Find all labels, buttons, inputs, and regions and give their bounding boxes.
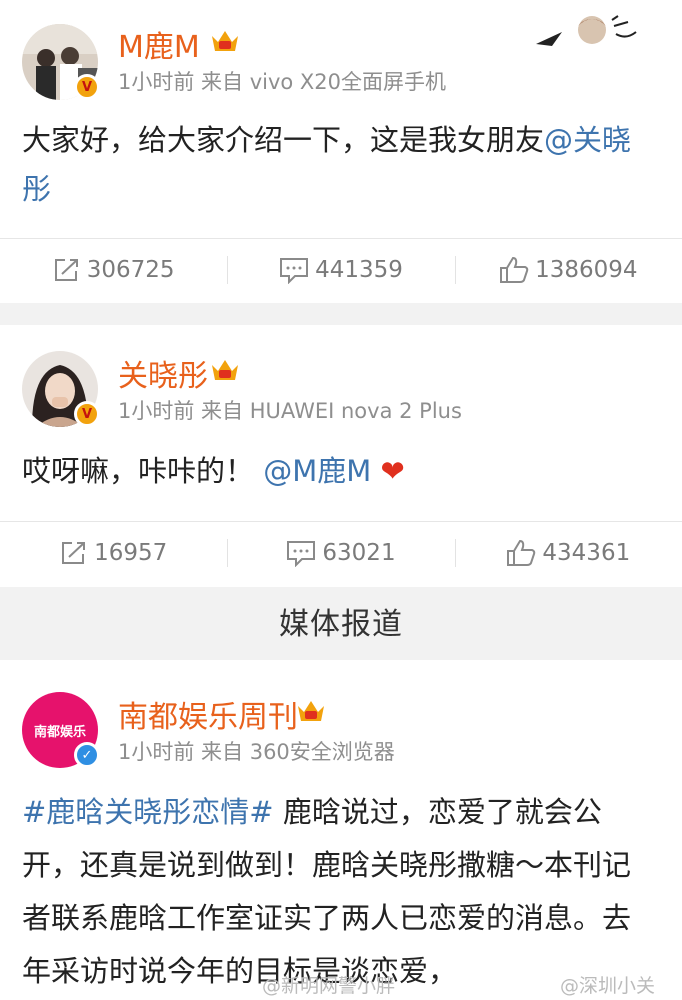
avatar-logo-text: 南都娱乐 xyxy=(33,724,86,740)
watermark-text: @深圳小关 xyxy=(560,975,656,997)
vip-crown-icon xyxy=(212,360,238,380)
like-button[interactable]: 434361 xyxy=(454,521,682,585)
watermark-text: @新明网警小胖 xyxy=(262,975,396,997)
comment-button[interactable]: 441359 xyxy=(227,238,454,302)
repost-button[interactable]: 306725 xyxy=(0,238,227,302)
comment-button[interactable]: 63021 xyxy=(227,521,454,585)
verified-badge-icon: V xyxy=(74,401,100,427)
post-text: #鹿晗关晓彤恋情# 鹿晗说过，恋爱了就会公开，还真是说到做到！鹿晗关晓彤撒糖～本… xyxy=(22,795,632,988)
comment-icon xyxy=(280,258,309,284)
thumbs-up-icon xyxy=(507,539,536,566)
post-meta: 1小时前 来自 360安全浏览器 xyxy=(118,740,395,764)
username[interactable]: M鹿M xyxy=(118,22,200,66)
section-header: 媒体报道 xyxy=(0,587,682,655)
username[interactable]: 南都娱乐周刊 xyxy=(118,692,298,736)
post-text: 哎呀嘛，咔咔的！ @M鹿M ❤ xyxy=(22,454,405,488)
vip-crown-icon xyxy=(212,31,238,51)
post-meta: 1小时前 来自 HUAWEI nova 2 Plus xyxy=(118,399,462,423)
weibo-post-1: V M鹿M 1小时前 来自 vivo X20全面屏手机 大家好，给大家介绍一下，… xyxy=(0,0,682,303)
like-button[interactable]: 1386094 xyxy=(454,238,682,302)
vip-crown-icon xyxy=(298,701,324,721)
hashtag-link[interactable]: #鹿晗关晓彤恋情# xyxy=(22,795,274,829)
post-text: 大家好，给大家介绍一下，这是我女朋友@关晓彤 xyxy=(22,123,632,206)
repost-icon xyxy=(62,542,86,564)
comment-icon xyxy=(287,541,316,567)
username[interactable]: 关晓彤 xyxy=(118,351,208,395)
heart-emoji-icon: ❤ xyxy=(380,454,405,488)
verified-badge-icon: ✓ xyxy=(74,742,100,768)
section-title: 媒体报道 xyxy=(279,607,403,642)
logo-watermark-icon xyxy=(536,15,637,46)
action-bar: 16957 63021 434361 xyxy=(0,521,682,585)
weibo-post-3: 南都娱乐 ✓ 南都娱乐周刊 1小时前 来自 360安全浏览器 #鹿晗关晓彤恋情#… xyxy=(0,660,682,1000)
post-meta: 1小时前 来自 vivo X20全面屏手机 xyxy=(118,70,447,94)
verified-badge-icon: V xyxy=(74,74,100,100)
mention-link[interactable]: @M鹿M xyxy=(263,454,371,488)
repost-icon xyxy=(54,259,78,281)
thumbs-up-icon xyxy=(500,256,529,283)
repost-button[interactable]: 16957 xyxy=(0,521,227,585)
action-bar: 306725 441359 1386094 xyxy=(0,238,682,302)
weibo-post-2: V 关晓彤 1小时前 来自 HUAWEI nova 2 Plus 哎呀嘛，咔咔的… xyxy=(0,325,682,587)
